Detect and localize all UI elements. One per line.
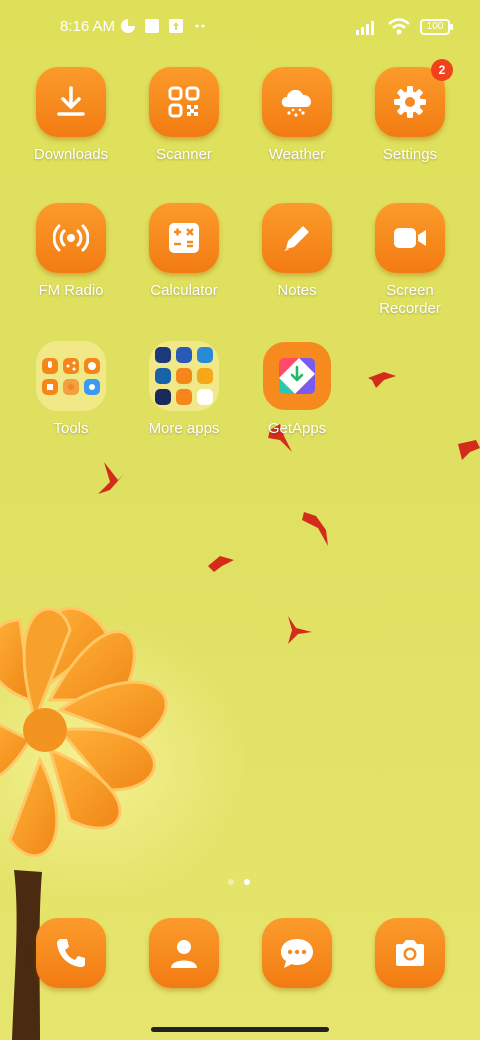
app-getapps[interactable]: GetApps <box>241 341 353 438</box>
mini-twitter-icon <box>197 347 213 363</box>
page-indicator <box>228 879 250 885</box>
app-fm-radio[interactable]: FM Radio <box>15 203 127 300</box>
app-label-fm-radio: FM Radio <box>38 282 104 299</box>
scanner-app-icon[interactable] <box>149 67 219 137</box>
app-notes[interactable]: Notes <box>241 203 353 300</box>
qr-scanner-icon <box>168 86 200 118</box>
downloads-app-icon[interactable] <box>36 67 106 137</box>
weather-icon <box>281 89 312 117</box>
app-screen-recorder[interactable]: Screen Recorder <box>354 203 466 318</box>
dock-messages[interactable] <box>241 918 353 988</box>
notification-square-icon <box>145 19 159 33</box>
app-weather[interactable]: Weather <box>241 67 353 164</box>
app-label-tools: Tools <box>53 420 89 437</box>
mini-shop-icon <box>197 368 213 384</box>
wifi-icon <box>388 18 410 35</box>
camera-app-icon[interactable] <box>375 918 445 988</box>
app-label-screen-recorder: Screen Recorder <box>379 282 441 317</box>
pencil-icon <box>284 226 309 251</box>
weather-app-icon[interactable] <box>262 67 332 137</box>
status-right-icons: 100 <box>356 18 453 36</box>
signal-icon <box>356 21 374 35</box>
mini-mic-icon <box>42 357 58 374</box>
page-dot-2[interactable] <box>244 879 250 885</box>
upload-notification-icon <box>169 19 183 33</box>
radio-icon <box>53 224 89 252</box>
notification-badge: 2 <box>431 59 453 81</box>
app-label-calculator: Calculator <box>150 282 218 299</box>
tools-folder-icon[interactable] <box>36 341 106 411</box>
calculator-icon <box>169 223 199 253</box>
settings-app-icon[interactable]: 2 <box>375 59 453 137</box>
calculator-app-icon[interactable] <box>149 203 219 273</box>
folder-tools[interactable]: Tools <box>15 341 127 438</box>
app-label-settings: Settings <box>382 146 438 163</box>
screen-recorder-app-icon[interactable] <box>375 203 445 273</box>
mini-app-icon <box>63 378 79 395</box>
app-label-scanner: Scanner <box>156 146 212 163</box>
app-downloads[interactable]: Downloads <box>15 67 127 164</box>
notes-app-icon[interactable] <box>262 203 332 273</box>
mini-linkedin-icon <box>155 368 171 384</box>
data-saver-icon <box>121 19 135 33</box>
video-camera-icon <box>394 228 426 248</box>
mini-gallery-icon <box>176 368 192 384</box>
app-label-more-apps: More apps <box>148 420 220 437</box>
app-settings[interactable]: 2 Settings <box>354 59 466 164</box>
dock-contacts[interactable] <box>128 918 240 988</box>
camera-icon <box>396 940 424 966</box>
phone-icon <box>57 939 85 967</box>
page-dot-1[interactable] <box>228 879 234 885</box>
dock-phone[interactable] <box>15 918 127 988</box>
messages-icon <box>281 939 313 968</box>
more-dots-icon <box>195 24 205 28</box>
status-time: 8:16 AM <box>60 18 116 35</box>
status-bar: 8:16 AM 100 <box>0 0 480 56</box>
mini-play-icon <box>176 389 192 405</box>
mini-browser-icon <box>84 378 100 395</box>
folder-more-apps[interactable]: More apps <box>128 341 240 438</box>
status-left-icons <box>120 18 208 34</box>
contacts-app-icon[interactable] <box>149 918 219 988</box>
download-icon <box>57 86 85 116</box>
gear-icon <box>394 86 426 118</box>
getapps-icon <box>263 342 331 410</box>
mini-store-icon <box>155 347 171 363</box>
mini-translate-icon <box>197 389 213 405</box>
app-label-getapps: GetApps <box>267 420 327 437</box>
getapps-app-icon[interactable] <box>262 341 332 411</box>
gesture-nav-handle[interactable] <box>151 1027 329 1032</box>
app-calculator[interactable]: Calculator <box>128 203 240 300</box>
mini-video-icon <box>155 389 171 405</box>
app-label-weather: Weather <box>268 146 326 163</box>
contacts-icon <box>171 940 197 968</box>
mini-share-icon <box>63 357 79 374</box>
battery-icon: 100 <box>420 19 453 35</box>
phone-app-icon[interactable] <box>36 918 106 988</box>
more-apps-folder-icon[interactable] <box>149 341 219 411</box>
app-label-downloads: Downloads <box>33 146 109 163</box>
fm-radio-app-icon[interactable] <box>36 203 106 273</box>
mini-facebook-icon <box>176 347 192 363</box>
app-scanner[interactable]: Scanner <box>128 67 240 164</box>
messages-app-icon[interactable] <box>262 918 332 988</box>
dock-camera[interactable] <box>354 918 466 988</box>
mini-compass-icon <box>84 357 100 374</box>
mini-square-icon <box>42 378 58 395</box>
app-label-notes: Notes <box>277 282 317 299</box>
